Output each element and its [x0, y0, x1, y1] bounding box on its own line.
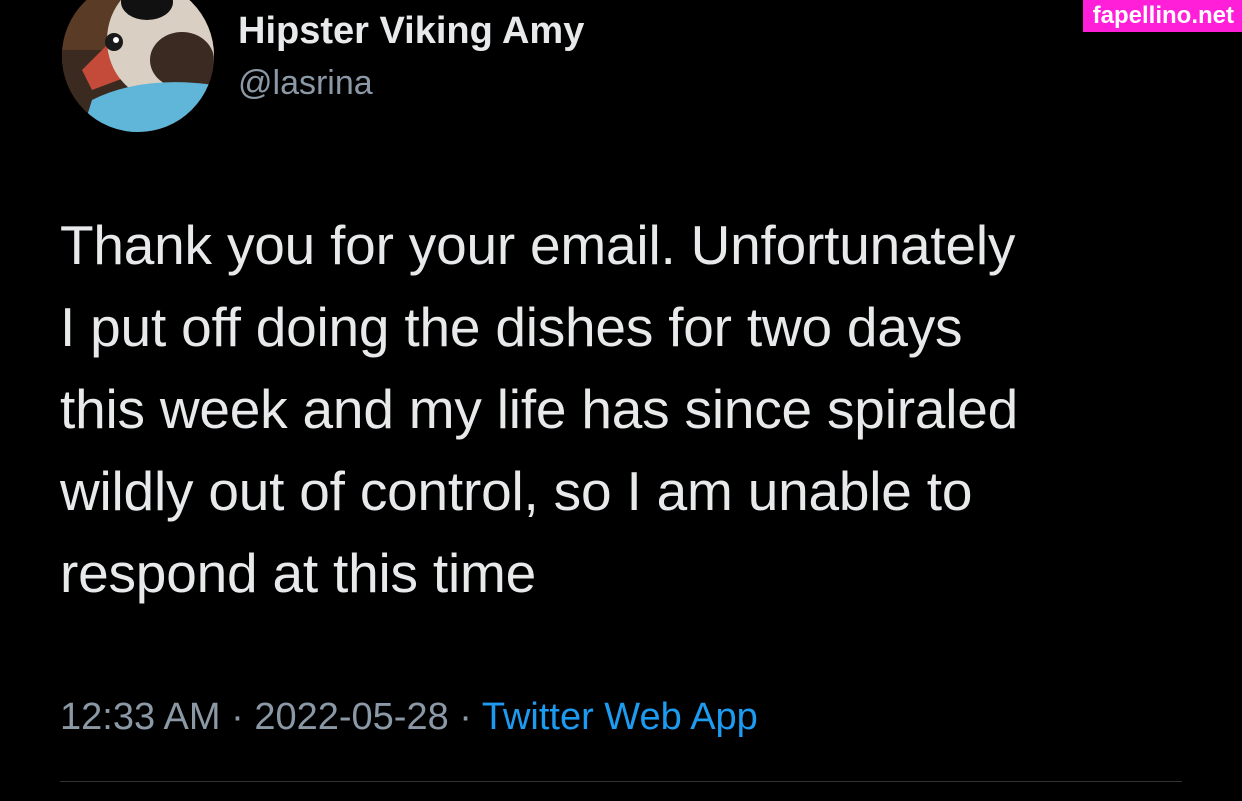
- meta-separator: ·: [220, 696, 255, 738]
- tweet-text-line: respond at this time: [60, 542, 536, 604]
- tweet-metadata: 12:33 AM · 2022-05-28 · Twitter Web App: [60, 696, 758, 739]
- tweet-date[interactable]: 2022-05-28: [254, 696, 448, 738]
- tweet-text-line: wildly out of control, so I am unable to: [60, 460, 973, 522]
- author-handle[interactable]: @lasrina: [238, 64, 373, 103]
- tweet-text-line: this week and my life has since spiraled: [60, 378, 1019, 440]
- user-avatar[interactable]: [62, 0, 214, 132]
- tweet-time[interactable]: 12:33 AM: [60, 696, 221, 738]
- author-display-name[interactable]: Hipster Viking Amy: [238, 10, 584, 53]
- tweet-text-line: Thank you for your email. Unfortunately: [60, 214, 1016, 276]
- dog-avatar-icon: [62, 0, 214, 132]
- meta-separator: ·: [448, 696, 482, 738]
- watermark-badge: fapellino.net: [1082, 0, 1242, 32]
- tweet-source-link[interactable]: Twitter Web App: [482, 696, 758, 738]
- tweet-text: Thank you for your email. Unfortunately …: [60, 204, 1200, 614]
- divider: [60, 781, 1182, 782]
- tweet-text-line: I put off doing the dishes for two days: [60, 296, 963, 358]
